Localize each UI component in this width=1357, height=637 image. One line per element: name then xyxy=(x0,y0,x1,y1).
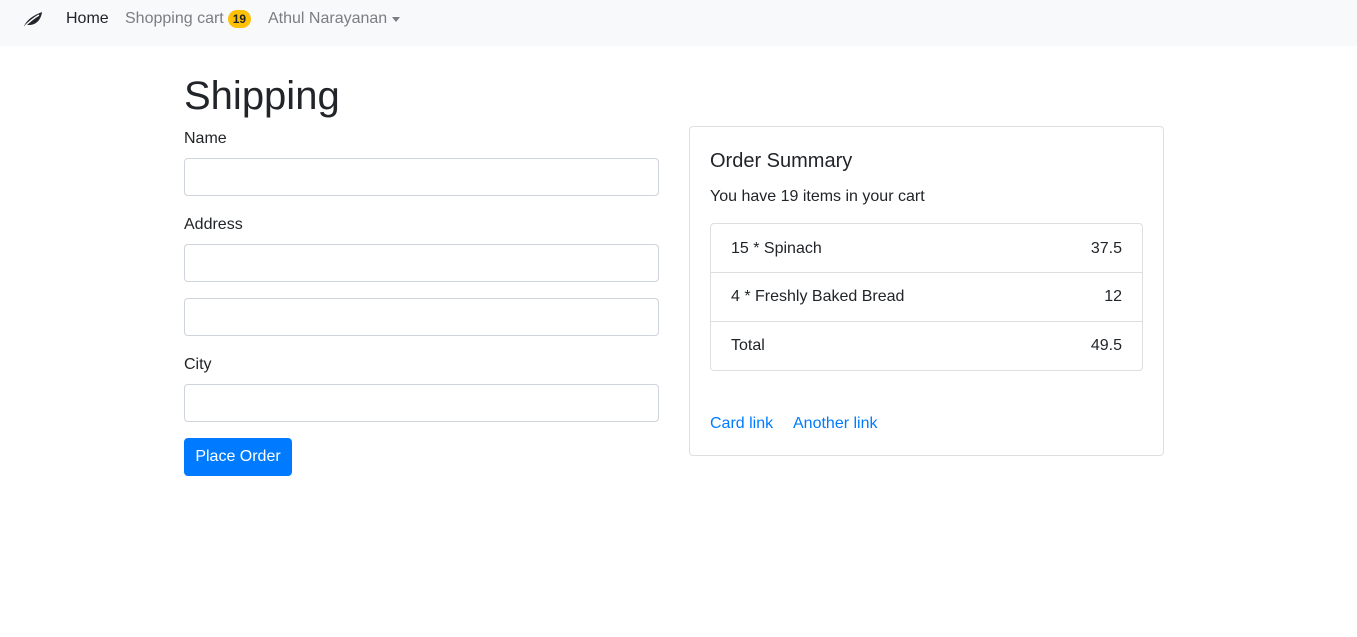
item-name: 4 * Freshly Baked Bread xyxy=(731,288,905,305)
another-link[interactable]: Another link xyxy=(793,414,878,434)
total-row: Total 49.5 xyxy=(711,321,1142,370)
user-menu-label: Athul Narayanan xyxy=(268,10,388,27)
card-link[interactable]: Card link xyxy=(710,414,773,434)
item-name: 15 * Spinach xyxy=(731,239,822,257)
nav-home-link[interactable]: Home xyxy=(66,10,109,28)
city-label: City xyxy=(184,356,212,373)
city-input[interactable] xyxy=(184,384,659,422)
address-line2-input[interactable] xyxy=(184,298,659,336)
order-summary-title: Order Summary xyxy=(710,150,853,172)
caret-down-icon xyxy=(392,16,401,22)
total-value: 49.5 xyxy=(1090,337,1122,354)
name-label: Name xyxy=(184,130,227,147)
order-items-list: 15 * Spinach 37.5 4 * Freshly Baked Brea… xyxy=(710,223,1143,371)
nav-cart-label: Shopping cart xyxy=(125,10,224,27)
page-title: Shipping xyxy=(184,74,340,118)
address-label: Address xyxy=(184,216,243,233)
nav-shopping-cart-link[interactable]: Shopping cart 19 xyxy=(125,10,252,28)
address-line1-input[interactable] xyxy=(184,244,659,282)
leaf-icon[interactable] xyxy=(22,10,44,28)
user-menu-dropdown[interactable]: Athul Narayanan xyxy=(268,10,401,28)
place-order-button[interactable]: Place Order xyxy=(184,438,292,476)
cart-count-badge: 19 xyxy=(227,10,252,28)
top-navbar: Home Shopping cart 19 Athul Narayanan xyxy=(0,0,1357,46)
name-input[interactable] xyxy=(184,158,659,196)
total-label: Total xyxy=(731,337,765,354)
list-item: 4 * Freshly Baked Bread 12 xyxy=(711,272,1142,321)
list-item: 15 * Spinach 37.5 xyxy=(711,224,1142,273)
item-price: 12 xyxy=(1104,288,1122,305)
order-summary-card: Order Summary You have 19 items in your … xyxy=(689,126,1164,456)
cart-item-count-text: You have 19 items in your cart xyxy=(710,188,925,205)
item-price: 37.5 xyxy=(1090,239,1122,257)
